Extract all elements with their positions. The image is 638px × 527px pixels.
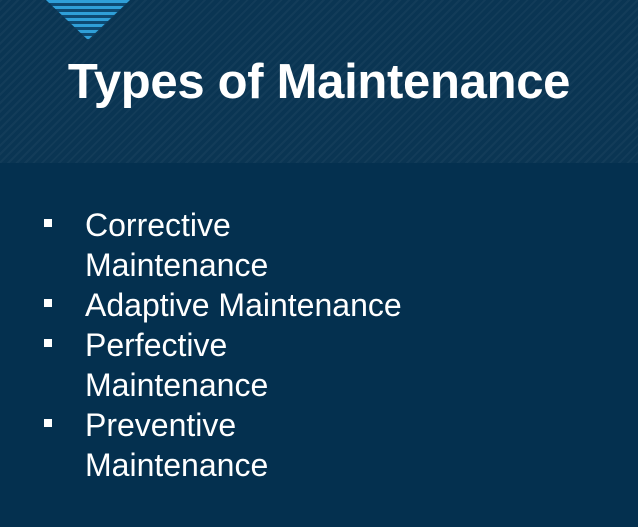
list-item: Preventive Maintenance [44,405,424,485]
list-item-line: Perfective [85,327,228,363]
list-item: Corrective Maintenance [44,205,424,285]
list-item: Adaptive Maintenance [44,285,424,325]
list-item-line: Maintenance [85,247,269,283]
chevron-down-icon [46,0,130,40]
list-item-line: Maintenance [85,447,269,483]
list-item-line: Corrective [85,207,231,243]
square-bullet-icon [44,299,52,307]
slide-header: Types of Maintenance [0,0,638,163]
slide-body: Corrective Maintenance Adaptive Maintena… [0,163,638,527]
square-bullet-icon [44,419,52,427]
bullet-list: Corrective Maintenance Adaptive Maintena… [44,205,424,485]
list-item-line: Maintenance [85,367,269,403]
square-bullet-icon [44,339,52,347]
list-item-line: Preventive [85,407,237,443]
square-bullet-icon [44,219,52,227]
list-item: Perfective Maintenance [44,325,424,405]
list-item-line: Adaptive Maintenance [85,287,402,323]
slide-title: Types of Maintenance [67,55,571,109]
slide: Types of Maintenance Corrective Maintena… [0,0,638,527]
